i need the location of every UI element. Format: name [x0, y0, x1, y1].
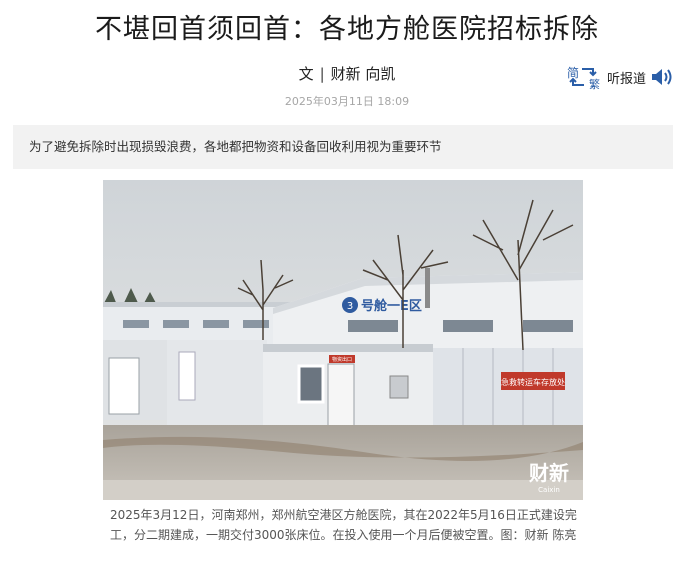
svg-text:急救转运车存放处: 急救转运车存放处 [501, 377, 565, 387]
simplified-label: 简 [566, 66, 579, 80]
article-photo: 3 号舱一E区 急救转运车存放处 物资出口 财新 Caixin [103, 180, 583, 500]
article-tools: 简 繁 听报道 [565, 62, 674, 92]
publish-date: 2025年03月11日 18:09 [284, 95, 410, 108]
svg-text:物资出口: 物资出口 [332, 356, 352, 363]
svg-text:3: 3 [347, 301, 353, 312]
photo-caption: 2025年3月12日，河南郑州，郑州航空港区方舱医院，其在2022年5月16日正… [110, 508, 577, 542]
article-title: 不堪回首须回首：各地方舱医院招标拆除 [95, 14, 599, 45]
svg-text:财新: 财新 [529, 461, 569, 485]
svg-text:号舱一E区: 号舱一E区 [361, 298, 422, 314]
traditional-label: 繁 [588, 78, 600, 91]
article-summary: 为了避免拆除时出现损毁浪费，各地都把物资和设备回收利用视为重要环节 [13, 125, 673, 169]
simplified-traditional-toggle[interactable]: 简 繁 [565, 63, 601, 91]
byline-prefix: 文 [298, 65, 314, 83]
svg-text:Caixin: Caixin [538, 486, 560, 494]
fangcang-hospital-photo: 3 号舱一E区 急救转运车存放处 物资出口 财新 Caixin [103, 180, 583, 500]
byline-author[interactable]: 财新 向凯 [331, 65, 396, 83]
listen-label: 听报道 [606, 71, 646, 87]
byline-separator: | [319, 65, 325, 83]
speaker-icon [652, 69, 672, 85]
listen-button[interactable]: 听报道 [607, 67, 674, 87]
